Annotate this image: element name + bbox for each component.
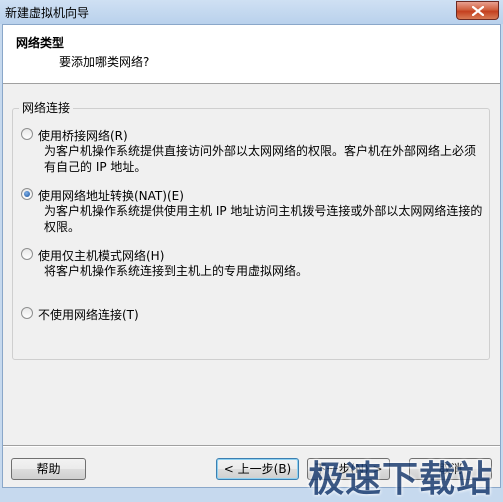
back-button[interactable]: < 上一步(B) — [216, 458, 299, 480]
page-title: 网络类型 — [16, 36, 65, 50]
option-label[interactable]: 使用网络地址转换(NAT)(E) — [38, 187, 184, 204]
wizard-body: 网络类型 要添加哪类网络? 网络连接 使用桥接网络(R) 为客户机操作系统提供直… — [2, 24, 501, 500]
radio-icon[interactable] — [21, 188, 33, 200]
next-button[interactable]: 下一步(N) > — [307, 458, 390, 480]
option-description: 为客户机操作系统提供使用主机 IP 地址访问主机拨号连接或外部以太网网络连接的权… — [44, 204, 483, 234]
footer-divider — [3, 445, 500, 447]
close-icon — [472, 6, 484, 16]
help-button[interactable]: 帮助 — [11, 458, 86, 480]
option-label[interactable]: 使用仅主机模式网络(H) — [38, 247, 164, 264]
radio-icon[interactable] — [21, 248, 33, 260]
group-legend: 网络连接 — [19, 99, 74, 116]
radio-icon[interactable] — [21, 128, 33, 140]
page-subtitle: 要添加哪类网络? — [59, 55, 150, 69]
title-bar: 新建虚拟机向导 — [0, 0, 503, 24]
close-button[interactable] — [456, 1, 499, 20]
option-description: 为客户机操作系统提供直接访问外部以太网网络的权限。客户机在外部网络上必须有自己的… — [44, 144, 477, 174]
cancel-button[interactable]: 取消 — [409, 458, 492, 480]
option-label[interactable]: 不使用网络连接(T) — [38, 306, 139, 323]
wizard-header: 网络类型 要添加哪类网络? — [3, 25, 500, 84]
window-title: 新建虚拟机向导 — [5, 6, 90, 20]
radio-icon[interactable] — [21, 307, 33, 319]
option-description: 将客户机操作系统连接到主机上的专用虚拟网络。 — [44, 264, 309, 278]
option-label[interactable]: 使用桥接网络(R) — [38, 127, 128, 144]
